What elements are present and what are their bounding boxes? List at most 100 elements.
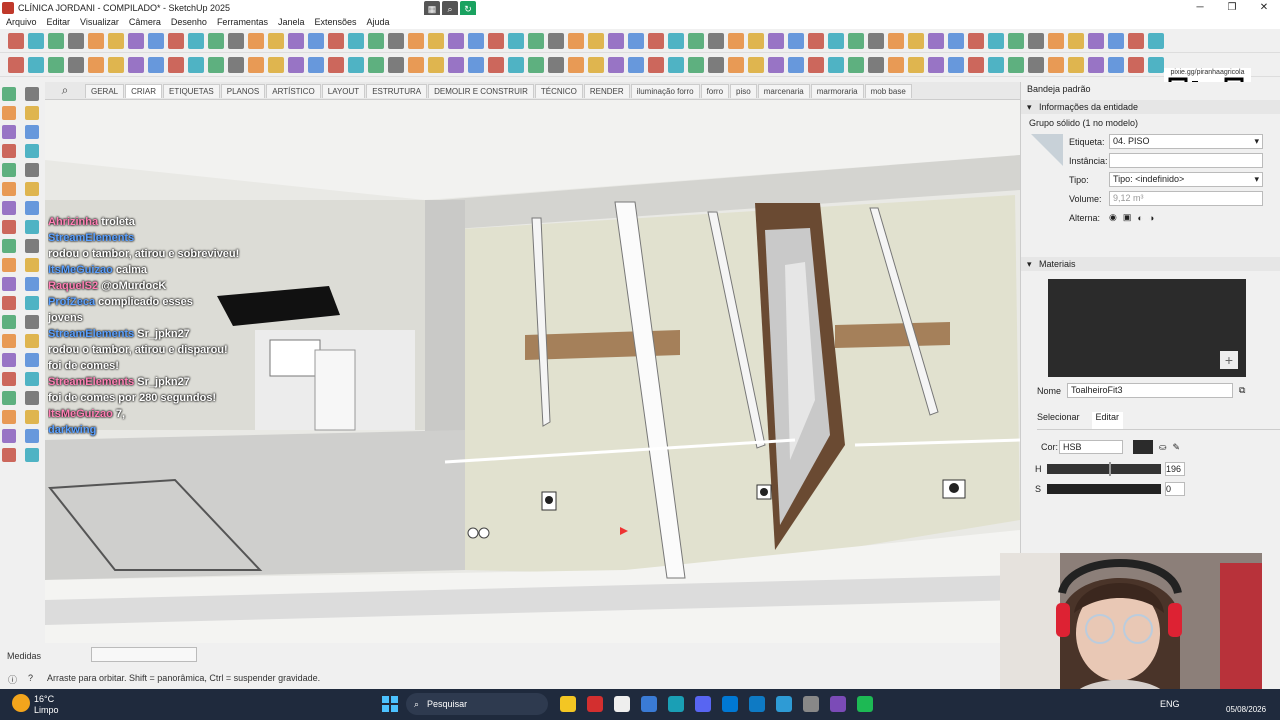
draw-tool-icon[interactable]: [68, 56, 84, 73]
draw-tool-icon[interactable]: [528, 56, 544, 73]
draw-tool-icon[interactable]: [868, 56, 884, 73]
scene-tab-2[interactable]: ETIQUETAS: [163, 83, 220, 98]
draw-tool-icon[interactable]: [468, 56, 484, 73]
view-tool-icon[interactable]: [1128, 32, 1144, 49]
draw-tool-icon[interactable]: [728, 56, 744, 73]
view-tool-icon[interactable]: [208, 32, 224, 49]
view-tool-icon[interactable]: [688, 32, 704, 49]
view-tool-icon[interactable]: [248, 32, 264, 49]
view-tool-icon[interactable]: [548, 32, 564, 49]
edit-tool-icon[interactable]: [25, 220, 39, 234]
edit-tool-icon[interactable]: [25, 258, 39, 272]
view-tool-icon[interactable]: [988, 32, 1004, 49]
shadow-cast-icon[interactable]: ◐: [1137, 213, 1142, 223]
draw-tool-icon[interactable]: [228, 56, 244, 73]
edit-tool-icon[interactable]: [25, 353, 39, 367]
store-icon[interactable]: [722, 696, 738, 712]
edit-tool-icon[interactable]: [25, 410, 39, 424]
view-tool-icon[interactable]: [528, 32, 544, 49]
color-mode-dropdown[interactable]: HSB: [1059, 440, 1123, 454]
view-tool-icon[interactable]: [148, 32, 164, 49]
notion-icon[interactable]: [614, 696, 630, 712]
view-tool-icon[interactable]: [1068, 32, 1084, 49]
edit-tool-icon[interactable]: [2, 239, 16, 253]
edit-tool-icon[interactable]: [25, 201, 39, 215]
h-value-field[interactable]: 196: [1165, 462, 1185, 476]
draw-tool-icon[interactable]: [688, 56, 704, 73]
scene-tab-6[interactable]: ESTRUTURA: [366, 83, 428, 98]
edit-tool-icon[interactable]: [25, 163, 39, 177]
edit-tool-icon[interactable]: [25, 372, 39, 386]
weather-icon[interactable]: [12, 694, 30, 712]
edit-tool-icon[interactable]: [25, 334, 39, 348]
scene-tab-4[interactable]: ARTÍSTICO: [266, 83, 321, 98]
view-tool-icon[interactable]: [348, 32, 364, 49]
view-tool-icon[interactable]: [908, 32, 924, 49]
tab-editar[interactable]: Editar: [1091, 412, 1124, 429]
spotify-icon[interactable]: [857, 696, 873, 712]
edit-tool-icon[interactable]: [2, 334, 16, 348]
edit-tool-icon[interactable]: [2, 163, 16, 177]
edit-tool-icon[interactable]: [2, 182, 16, 196]
draw-tool-icon[interactable]: [928, 56, 944, 73]
view-tool-icon[interactable]: [888, 32, 904, 49]
scene-tab-13[interactable]: marcenaria: [757, 83, 810, 98]
draw-tool-icon[interactable]: [588, 56, 604, 73]
view-tool-icon[interactable]: [128, 32, 144, 49]
view-tool-icon[interactable]: [308, 32, 324, 49]
draw-tool-icon[interactable]: [808, 56, 824, 73]
edit-tool-icon[interactable]: [25, 144, 39, 158]
view-tool-icon[interactable]: [108, 32, 124, 49]
draw-tool-icon[interactable]: [1048, 56, 1064, 73]
draw-tool-icon[interactable]: [1008, 56, 1024, 73]
etiqueta-dropdown[interactable]: 04. PISO: [1109, 134, 1263, 149]
view-tool-icon[interactable]: [328, 32, 344, 49]
view-tool-icon[interactable]: [648, 32, 664, 49]
scene-tab-8[interactable]: TÉCNICO: [534, 83, 583, 98]
hue-slider[interactable]: [1047, 462, 1161, 476]
edit-tool-icon[interactable]: [2, 296, 16, 310]
s-value-field[interactable]: 0: [1165, 482, 1185, 496]
edit-tool-icon[interactable]: [2, 125, 16, 139]
edit-tool-icon[interactable]: [2, 106, 16, 120]
draw-tool-icon[interactable]: [128, 56, 144, 73]
visibility-eye-icon[interactable]: ◉: [1109, 212, 1117, 223]
view-tool-icon[interactable]: [1108, 32, 1124, 49]
menu-ferramentas[interactable]: Ferramentas: [217, 17, 268, 27]
menu-visualizar[interactable]: Visualizar: [80, 17, 119, 27]
edit-tool-icon[interactable]: [25, 391, 39, 405]
view-tool-icon[interactable]: [408, 32, 424, 49]
view-tool-icon[interactable]: [188, 32, 204, 49]
view-tool-icon[interactable]: [428, 32, 444, 49]
scene-tab-3[interactable]: PLANOS: [220, 83, 266, 98]
sketchup-icon[interactable]: [749, 696, 765, 712]
view-tool-icon[interactable]: [68, 32, 84, 49]
draw-tool-icon[interactable]: [568, 56, 584, 73]
menu-janela[interactable]: Janela: [278, 17, 305, 27]
view-tool-icon[interactable]: [168, 32, 184, 49]
view-tool-icon[interactable]: [468, 32, 484, 49]
draw-tool-icon[interactable]: [988, 56, 1004, 73]
draw-tool-icon[interactable]: [188, 56, 204, 73]
menu-ajuda[interactable]: Ajuda: [367, 17, 390, 27]
lock-icon[interactable]: ▣: [1123, 212, 1132, 223]
sample-paint-icon[interactable]: ⧉: [1239, 385, 1245, 396]
instancia-field[interactable]: [1109, 153, 1263, 168]
draw-tool-icon[interactable]: [8, 56, 24, 73]
edit-tool-icon[interactable]: [25, 87, 39, 101]
view-tool-icon[interactable]: [1028, 32, 1044, 49]
draw-tool-icon[interactable]: [168, 56, 184, 73]
edit-tool-icon[interactable]: [25, 429, 39, 443]
draw-tool-icon[interactable]: [548, 56, 564, 73]
view-tool-icon[interactable]: [488, 32, 504, 49]
draw-tool-icon[interactable]: [608, 56, 624, 73]
edit-tool-icon[interactable]: [2, 258, 16, 272]
view-tool-icon[interactable]: [568, 32, 584, 49]
view-tool-icon[interactable]: [628, 32, 644, 49]
view-tool-icon[interactable]: [748, 32, 764, 49]
view-tool-icon[interactable]: [268, 32, 284, 49]
tab-selecionar[interactable]: Selecionar: [1037, 412, 1080, 429]
draw-tool-icon[interactable]: [288, 56, 304, 73]
view-tool-icon[interactable]: [828, 32, 844, 49]
draw-tool-icon[interactable]: [668, 56, 684, 73]
